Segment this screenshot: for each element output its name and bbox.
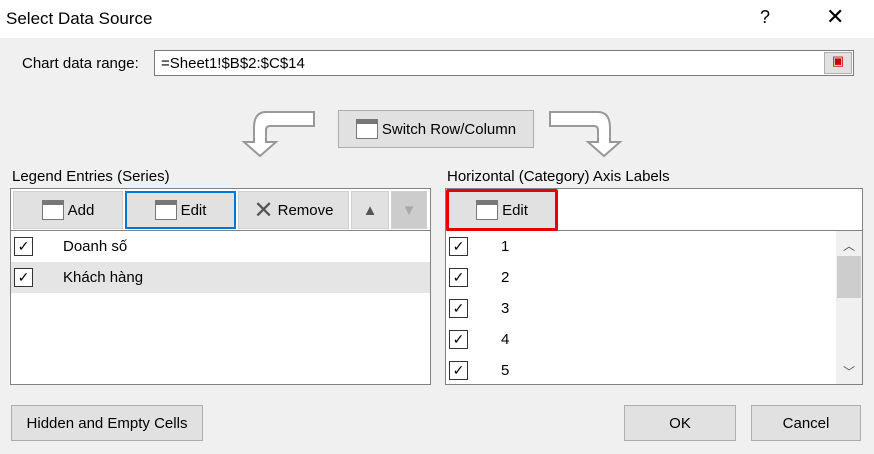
checkbox[interactable]: ✓ xyxy=(14,237,33,256)
chart-data-range-input[interactable]: =Sheet1!$B$2:$C$14 xyxy=(154,50,854,76)
category-item[interactable]: ✓ 1 xyxy=(446,231,509,262)
vertical-scrollbar[interactable]: ︿ ﹀ xyxy=(836,231,862,384)
remove-icon: ✕ xyxy=(253,196,274,224)
help-button[interactable]: ? xyxy=(760,7,770,28)
close-button[interactable]: ✕ xyxy=(826,4,844,30)
scroll-up-icon[interactable]: ︿ xyxy=(836,237,862,254)
category-item[interactable]: ✓ 3 xyxy=(446,293,509,324)
series-item[interactable]: ✓ Doanh số xyxy=(11,231,430,262)
add-series-button[interactable]: Add xyxy=(13,191,123,229)
checkbox[interactable]: ✓ xyxy=(449,237,468,256)
checkbox[interactable]: ✓ xyxy=(449,299,468,318)
triangle-up-icon: ▲ xyxy=(362,201,378,219)
curved-arrow-left-icon xyxy=(241,111,315,158)
category-label: 2 xyxy=(501,269,510,286)
edit-icon xyxy=(476,200,499,220)
series-label: Khách hàng xyxy=(63,269,144,286)
add-icon xyxy=(41,200,64,220)
move-down-button[interactable]: ▼ xyxy=(391,191,427,229)
edit-axis-labels-button[interactable]: Edit xyxy=(446,189,558,231)
checkbox[interactable]: ✓ xyxy=(449,268,468,287)
ok-button[interactable]: OK xyxy=(624,405,736,441)
switch-label: Switch Row/Column xyxy=(381,120,517,138)
edit-label: Edit xyxy=(180,201,207,219)
curved-arrow-right-icon xyxy=(549,111,623,158)
hidden-empty-cells-button[interactable]: Hidden and Empty Cells xyxy=(11,405,203,441)
move-up-button[interactable]: ▲ xyxy=(351,191,389,229)
axis-toolbar: Edit xyxy=(446,189,862,231)
scroll-down-icon[interactable]: ﹀ xyxy=(836,363,862,380)
legend-entries-label: Legend Entries (Series) xyxy=(12,168,170,185)
category-label: 3 xyxy=(501,300,510,317)
category-label: 5 xyxy=(501,362,510,379)
remove-label: Remove xyxy=(277,201,334,219)
axis-labels-panel: Edit ✓ 1 ✓ 2 ✓ 3 ✓ 4 ✓ 5 ︿ ﹀ xyxy=(445,188,863,385)
dialog-title: Select Data Source xyxy=(6,9,153,28)
chart-data-range-label: Chart data range: xyxy=(22,55,139,72)
series-item[interactable]: ✓ Khách hàng xyxy=(11,262,430,293)
category-label: 4 xyxy=(501,331,510,348)
switch-table-icon xyxy=(355,119,378,139)
category-item[interactable]: ✓ 4 xyxy=(446,324,509,355)
range-select-button[interactable]: ▣ xyxy=(824,52,852,74)
switch-row-column-button[interactable]: Switch Row/Column xyxy=(338,110,534,148)
checkbox[interactable]: ✓ xyxy=(449,330,468,349)
category-item[interactable]: ✓ 2 xyxy=(446,262,509,293)
checkbox[interactable]: ✓ xyxy=(449,361,468,380)
edit-icon xyxy=(154,200,177,220)
checkbox[interactable]: ✓ xyxy=(14,268,33,287)
cancel-button[interactable]: Cancel xyxy=(751,405,861,441)
series-label: Doanh số xyxy=(63,238,128,255)
legend-entries-panel: Add Edit ✕ Remove ▲ ▼ ✓ Doanh số ✓ Khách hà… xyxy=(10,188,431,385)
category-label: 1 xyxy=(501,238,510,255)
triangle-down-icon: ▼ xyxy=(401,201,417,219)
add-label: Add xyxy=(67,201,95,219)
category-item[interactable]: ✓ 5 xyxy=(446,355,509,386)
legend-toolbar: Add Edit ✕ Remove ▲ ▼ xyxy=(11,189,430,231)
edit-series-button[interactable]: Edit xyxy=(125,191,236,229)
collapse-dialog-icon: ▣ xyxy=(831,53,845,68)
scroll-thumb[interactable] xyxy=(837,256,861,298)
remove-series-button[interactable]: ✕ Remove xyxy=(238,191,349,229)
edit-label: Edit xyxy=(502,201,528,219)
axis-labels-label: Horizontal (Category) Axis Labels xyxy=(447,168,670,185)
